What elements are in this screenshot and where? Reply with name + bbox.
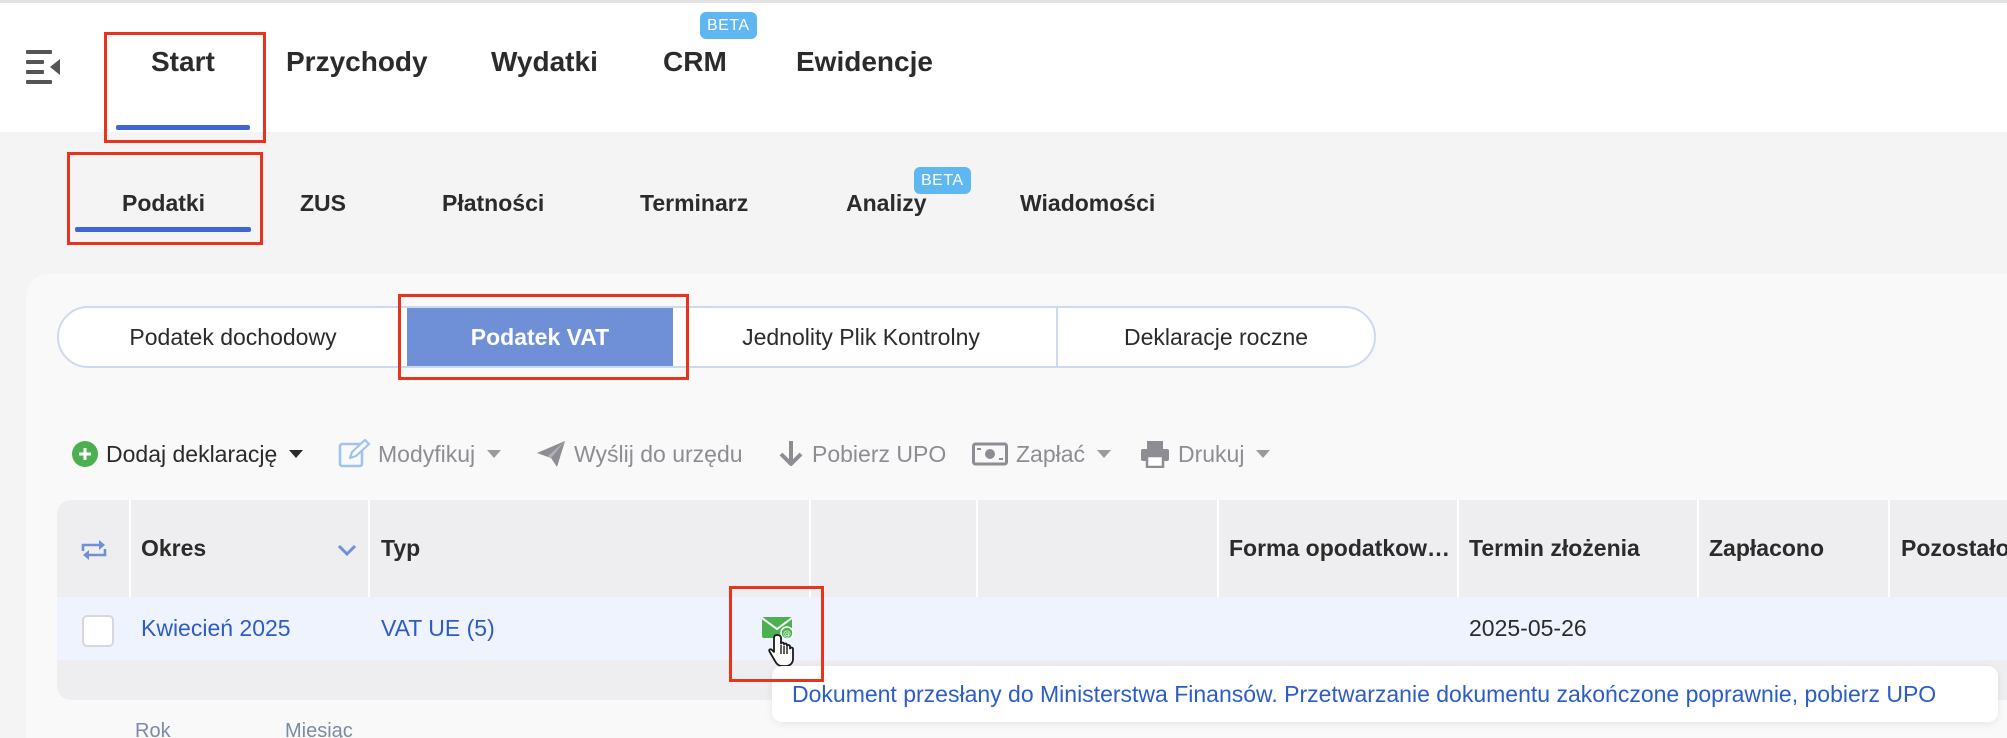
segment-jpk[interactable]: Jednolity Plik Kontrolny [673, 308, 1049, 366]
download-upo-button[interactable]: Pobierz UPO [778, 436, 946, 472]
sort-chevron-down-icon[interactable] [337, 500, 361, 597]
chevron-down-icon [1097, 450, 1112, 458]
row-okres-link[interactable]: Kwiecień 2025 [141, 597, 291, 660]
print-label: Drukuj [1178, 440, 1245, 467]
sub-tab-wiadomosci[interactable]: Wiadomości [1020, 190, 1155, 224]
sub-tab-platnosci[interactable]: Płatności [442, 190, 544, 224]
menu-collapse-icon[interactable] [26, 46, 62, 86]
plus-circle-icon [72, 441, 98, 467]
status-tooltip: Dokument przesłany do Ministerstwa Finan… [772, 666, 1998, 722]
segment-deklaracje-roczne[interactable]: Deklaracje roczne [1058, 308, 1374, 366]
filter-label-miesiac[interactable]: Miesiąc [285, 720, 353, 738]
send-to-office-label: Wyślij do urzędu [574, 440, 743, 467]
paper-plane-icon [537, 441, 565, 467]
edit-icon [338, 439, 370, 468]
column-header-forma-opodatkowania[interactable]: Forma opodatkow… [1229, 500, 1451, 597]
main-tab-wydatki[interactable]: Wydatki [491, 46, 598, 86]
chevron-down-icon [487, 450, 502, 458]
chevron-down-icon [1256, 450, 1271, 458]
add-declaration-button[interactable]: Dodaj deklarację [72, 436, 304, 472]
pay-label: Zapłać [1016, 440, 1086, 467]
column-header-typ[interactable]: Typ [381, 500, 781, 597]
tax-type-segmented-control: Podatek dochodowy Podatek VAT Jednolity … [57, 306, 1376, 368]
row-checkbox[interactable] [82, 615, 114, 647]
analizy-beta-badge: BETA [914, 167, 971, 194]
filter-label-rok[interactable]: Rok [135, 720, 171, 738]
main-tab-ewidencje[interactable]: Ewidencje [796, 46, 933, 86]
pay-button[interactable]: Zapłać [972, 436, 1112, 472]
sub-tab-podatki[interactable]: Podatki [122, 190, 205, 224]
sub-tab-terminarz[interactable]: Terminarz [640, 190, 748, 224]
chevron-down-icon [289, 450, 304, 458]
main-tab-crm[interactable]: CRM [663, 46, 727, 86]
column-header-okres[interactable]: Okres [141, 500, 341, 597]
sub-tab-zus[interactable]: ZUS [300, 190, 346, 224]
main-tab-przychody[interactable]: Przychody [286, 46, 428, 86]
download-upo-label: Pobierz UPO [812, 440, 947, 467]
table-row[interactable] [57, 597, 2007, 660]
main-tab-start[interactable]: Start [151, 46, 215, 86]
column-header-status [821, 500, 971, 597]
modify-button[interactable]: Modyfikuj [338, 436, 502, 472]
send-to-office-button[interactable]: Wyślij do urzędu [536, 436, 743, 472]
banknote-icon [972, 442, 1008, 466]
add-declaration-label: Dodaj deklarację [106, 440, 278, 467]
column-header-zaplacono[interactable]: Zapłacono [1709, 500, 1889, 597]
arrow-down-icon [779, 441, 803, 466]
column-header-pozostalo[interactable]: Pozostało [1901, 500, 2007, 597]
crm-beta-badge: BETA [700, 12, 757, 39]
refresh-icon[interactable] [79, 500, 113, 597]
row-typ-link[interactable]: VAT UE (5) [381, 597, 495, 660]
segment-podatek-dochodowy[interactable]: Podatek dochodowy [59, 308, 407, 366]
modify-label: Modyfikuj [378, 440, 476, 467]
main-tab-active-indicator [116, 125, 250, 130]
hand-pointer-icon [768, 633, 796, 669]
sub-tab-analizy[interactable]: Analizy [846, 190, 927, 224]
sub-tab-active-indicator [75, 227, 251, 232]
printer-icon [1141, 441, 1169, 468]
row-termin-zlozenia: 2025-05-26 [1469, 615, 1587, 641]
column-header-termin-zlozenia[interactable]: Termin złożenia [1469, 500, 1689, 597]
segment-podatek-vat[interactable]: Podatek VAT [407, 308, 673, 366]
print-button[interactable]: Drukuj [1140, 436, 1271, 472]
column-header-empty [987, 500, 1187, 597]
